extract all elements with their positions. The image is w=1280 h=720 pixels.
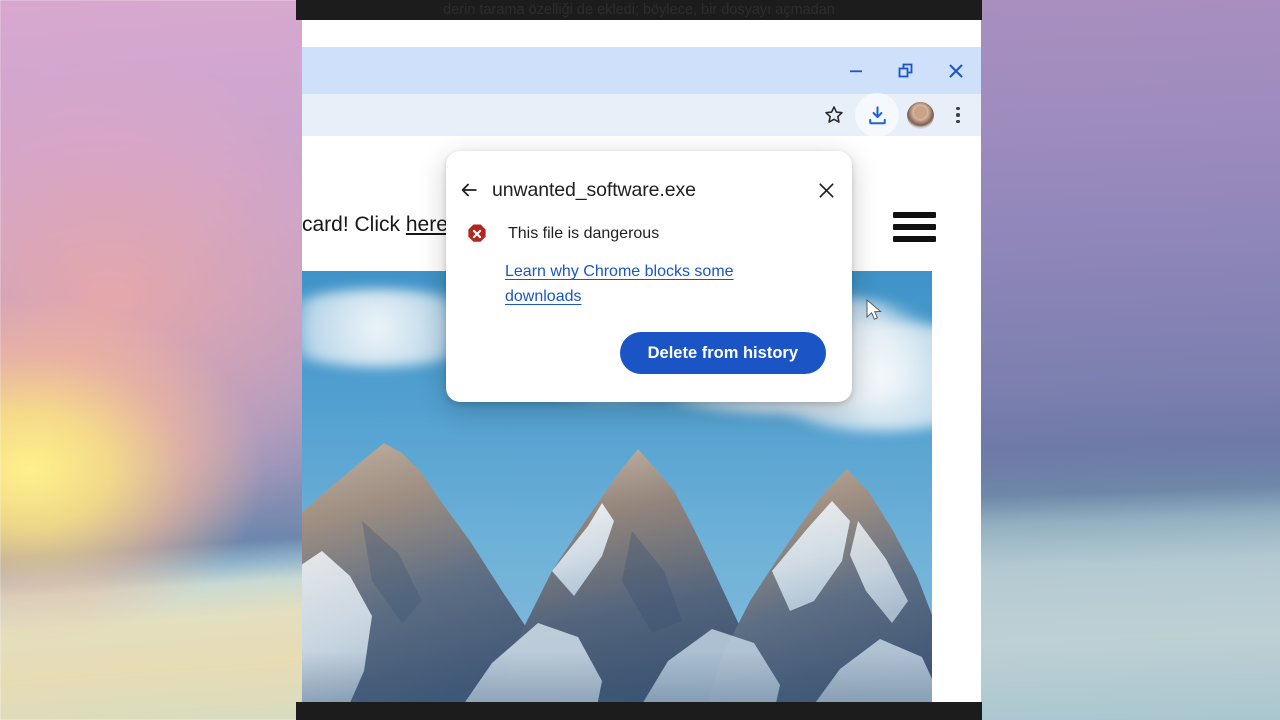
download-warning-dialog: unwanted_software.exe This file is dange… xyxy=(446,151,852,402)
restore-button[interactable] xyxy=(881,47,931,94)
desktop-wallpaper-right xyxy=(960,0,1280,720)
banner-text-prefix: card! Click xyxy=(302,213,406,236)
minimize-icon xyxy=(850,69,862,72)
download-icon xyxy=(868,105,886,124)
danger-status-text: This file is dangerous xyxy=(508,225,660,242)
dangerous-octagon-icon xyxy=(468,224,486,242)
chrome-menu-button[interactable] xyxy=(941,98,975,132)
danger-status-row: This file is dangerous xyxy=(446,223,852,245)
banner-link-here[interactable]: here xyxy=(406,213,448,236)
minimize-button[interactable] xyxy=(831,47,881,94)
kebab-menu-icon xyxy=(956,106,960,124)
close-icon xyxy=(818,182,834,198)
dialog-close-button[interactable] xyxy=(800,181,852,200)
star-icon xyxy=(825,106,843,123)
hamburger-bar-3 xyxy=(893,236,936,242)
delete-from-history-button[interactable]: Delete from history xyxy=(619,332,826,374)
downloads-button[interactable] xyxy=(855,93,899,137)
video-letterbox-bottom xyxy=(296,702,982,720)
profile-button[interactable] xyxy=(903,98,937,132)
arrow-left-icon xyxy=(461,183,477,197)
close-icon xyxy=(949,64,963,77)
video-subtitle: derin tarama özelliği de ekledi; böylece… xyxy=(443,2,835,18)
window-controls xyxy=(831,47,981,94)
close-button[interactable] xyxy=(931,47,981,94)
dialog-back-button[interactable] xyxy=(446,179,492,201)
mouse-cursor xyxy=(866,299,882,320)
hamburger-bar-2 xyxy=(893,224,936,230)
restore-icon xyxy=(898,63,913,77)
avatar xyxy=(906,101,934,129)
download-file-name: unwanted_software.exe xyxy=(492,178,696,201)
dialog-header: unwanted_software.exe xyxy=(446,171,852,209)
danger-icon-wrap xyxy=(446,223,508,245)
learn-more-link[interactable]: Learn why Chrome blocks some downloads xyxy=(505,259,775,309)
bookmark-star-button[interactable] xyxy=(817,98,851,132)
hamburger-bar-1 xyxy=(893,212,936,218)
site-hamburger-menu-button[interactable] xyxy=(893,212,936,242)
hero-bottom-shadow xyxy=(302,651,932,702)
toolbar-actions xyxy=(817,93,975,137)
